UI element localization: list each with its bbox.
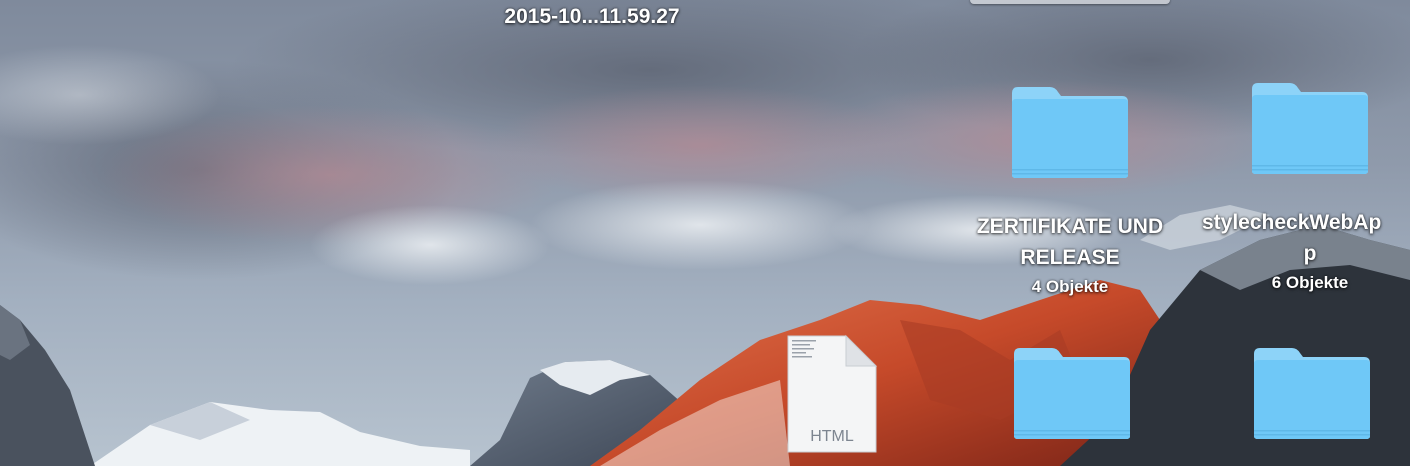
folder-icon[interactable]: [1012, 346, 1132, 441]
folder-name-line2: p: [1303, 242, 1317, 265]
folder-icon[interactable]: [1250, 81, 1370, 176]
folder-item-zertifikate[interactable]: ZERTIFIKATE UND RELEASE 4 Objekte: [950, 212, 1190, 302]
folder-icon[interactable]: [1252, 346, 1372, 441]
folder-item-count: 4 Objekte: [1031, 277, 1109, 296]
top-file-label[interactable]: 2015-10...11.59.27: [460, 2, 724, 31]
folder-name-line1: stylecheckWebAp: [1202, 211, 1382, 234]
folder-item-stylecheck[interactable]: stylecheckWebAp p 6 Objekte: [1195, 208, 1410, 298]
folder-name-line1: ZERTIFIKATE UND: [976, 215, 1164, 238]
desktop: 2015-10...11.59.27 ZERTIFIKATE UND RELEA…: [0, 0, 1410, 466]
folder-item-count: 6 Objekte: [1271, 273, 1349, 292]
folder-name-line2: RELEASE: [1020, 246, 1120, 269]
cut-off-label: [970, 0, 1170, 4]
folder-icon[interactable]: [1010, 85, 1130, 180]
html-file-type-label: HTML: [810, 428, 854, 445]
